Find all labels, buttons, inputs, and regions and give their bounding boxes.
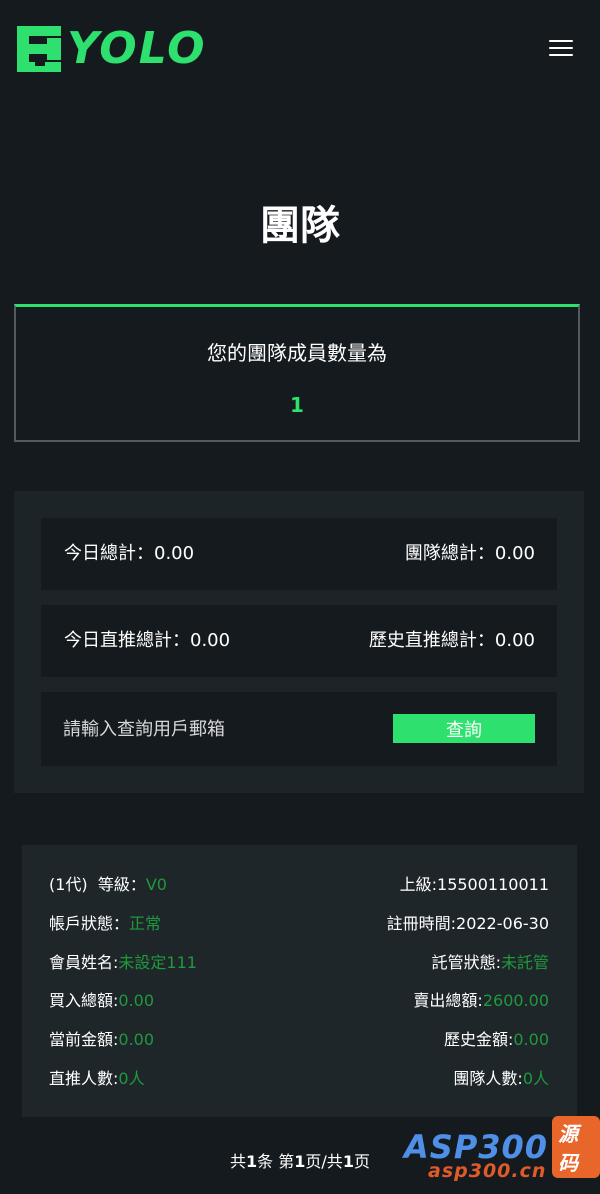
level-label: 等級： [97, 875, 146, 894]
header: YOLO [0, 0, 600, 100]
pagination-text: 页/共 [305, 1152, 343, 1171]
team-total-label: 團隊總計： [404, 543, 495, 564]
sell-total-label: 賣出總額: [413, 991, 483, 1010]
buy-total-value: 0.00 [118, 991, 155, 1010]
superior-value: 15500110011 [437, 875, 549, 894]
member-row-trade: 買入總額:0.00 賣出總額:2600.00 [49, 989, 549, 1013]
member-row-level: (1代) 等級：V0 上級:15500110011 [49, 873, 549, 897]
custody-value: 未託管 [500, 953, 549, 972]
stats-row-direct: 今日直推總計：0.00 歷史直推總計：0.00 [41, 605, 557, 677]
today-direct-label: 今日直推總計： [64, 630, 190, 651]
register-time-value: 2022-06-30 [456, 914, 549, 933]
pagination-text: 页 [353, 1152, 370, 1171]
logo[interactable]: YOLO [17, 26, 207, 72]
current-amount-label: 當前金額: [49, 1030, 119, 1049]
current-amount-value: 0.00 [118, 1030, 155, 1049]
page-title: 團隊 [260, 203, 340, 249]
direct-count-label: 直推人數: [49, 1069, 119, 1088]
watermark: ASP300 源码 asp300.cn [400, 1116, 600, 1186]
team-member-count-box: 您的團隊成員數量為 1 [14, 304, 580, 442]
buy-total-label: 買入總額: [49, 991, 119, 1010]
sell-total-value: 2600.00 [482, 991, 549, 1010]
today-direct-total: 今日直推總計：0.00 [64, 605, 230, 677]
email-search-input[interactable] [63, 712, 383, 746]
member-card: (1代) 等級：V0 上級:15500110011 帳戶狀態：正常 註冊時間:2… [22, 845, 577, 1117]
pagination-text: 共 [230, 1152, 247, 1171]
history-direct-value: 0.00 [494, 630, 535, 651]
superior-label: 上級: [399, 875, 438, 894]
history-direct-label: 歷史直推總計： [368, 630, 495, 651]
member-row-count: 直推人數:0人 團隊人數:0人 [49, 1067, 549, 1091]
custody-label: 託管狀態: [431, 953, 501, 972]
member-count-value: 1 [290, 393, 304, 417]
member-name-label: 會員姓名: [49, 953, 119, 972]
today-total-label: 今日總計： [64, 543, 154, 564]
member-row-status: 帳戶狀態：正常 註冊時間:2022-06-30 [49, 912, 549, 936]
pagination-page: 1 [294, 1152, 306, 1171]
watermark-tag: 源码 [552, 1116, 600, 1178]
member-name-value: 未設定111 [118, 953, 197, 972]
stats-row-totals: 今日總計：0.00 團隊總計：0.00 [41, 518, 557, 590]
today-direct-value: 0.00 [190, 630, 231, 651]
history-direct-total: 歷史直推總計：0.00 [369, 605, 535, 677]
member-count-label: 您的團隊成員數量為 [207, 341, 387, 365]
watermark-url: asp300.cn [428, 1160, 547, 1182]
today-total-value: 0.00 [154, 543, 195, 564]
hamburger-menu-icon[interactable] [549, 40, 573, 60]
history-amount-value: 0.00 [513, 1030, 549, 1049]
logo-mark-icon [17, 26, 61, 72]
stats-panel: 今日總計：0.00 團隊總計：0.00 今日直推總計：0.00 歷史直推總計：0… [14, 491, 584, 793]
team-total-value: 0.00 [494, 543, 535, 564]
logo-text: YOLO [67, 23, 207, 74]
register-time-label: 註冊時間: [386, 914, 457, 933]
pagination-text: 条 第 [257, 1152, 295, 1171]
account-status-value: 正常 [129, 914, 162, 933]
generation-label: (1代) [49, 875, 88, 894]
today-total: 今日總計：0.00 [64, 518, 194, 590]
direct-count-value: 0人 [118, 1069, 145, 1088]
team-count-value: 0人 [522, 1069, 549, 1088]
member-row-amount: 當前金額:0.00 歷史金額:0.00 [49, 1028, 549, 1052]
team-count-label: 團隊人數: [453, 1069, 523, 1088]
team-total: 團隊總計：0.00 [405, 518, 535, 590]
search-row: 查詢 [41, 692, 557, 766]
pagination-total: 1 [246, 1152, 258, 1171]
history-amount-label: 歷史金額: [443, 1030, 514, 1049]
member-row-name: 會員姓名:未設定111 託管狀態:未託管 [49, 951, 549, 975]
level-value: V0 [145, 875, 167, 894]
search-button[interactable]: 查詢 [393, 714, 535, 743]
pagination-pages: 1 [342, 1152, 354, 1171]
account-status-label: 帳戶狀態： [49, 914, 130, 933]
